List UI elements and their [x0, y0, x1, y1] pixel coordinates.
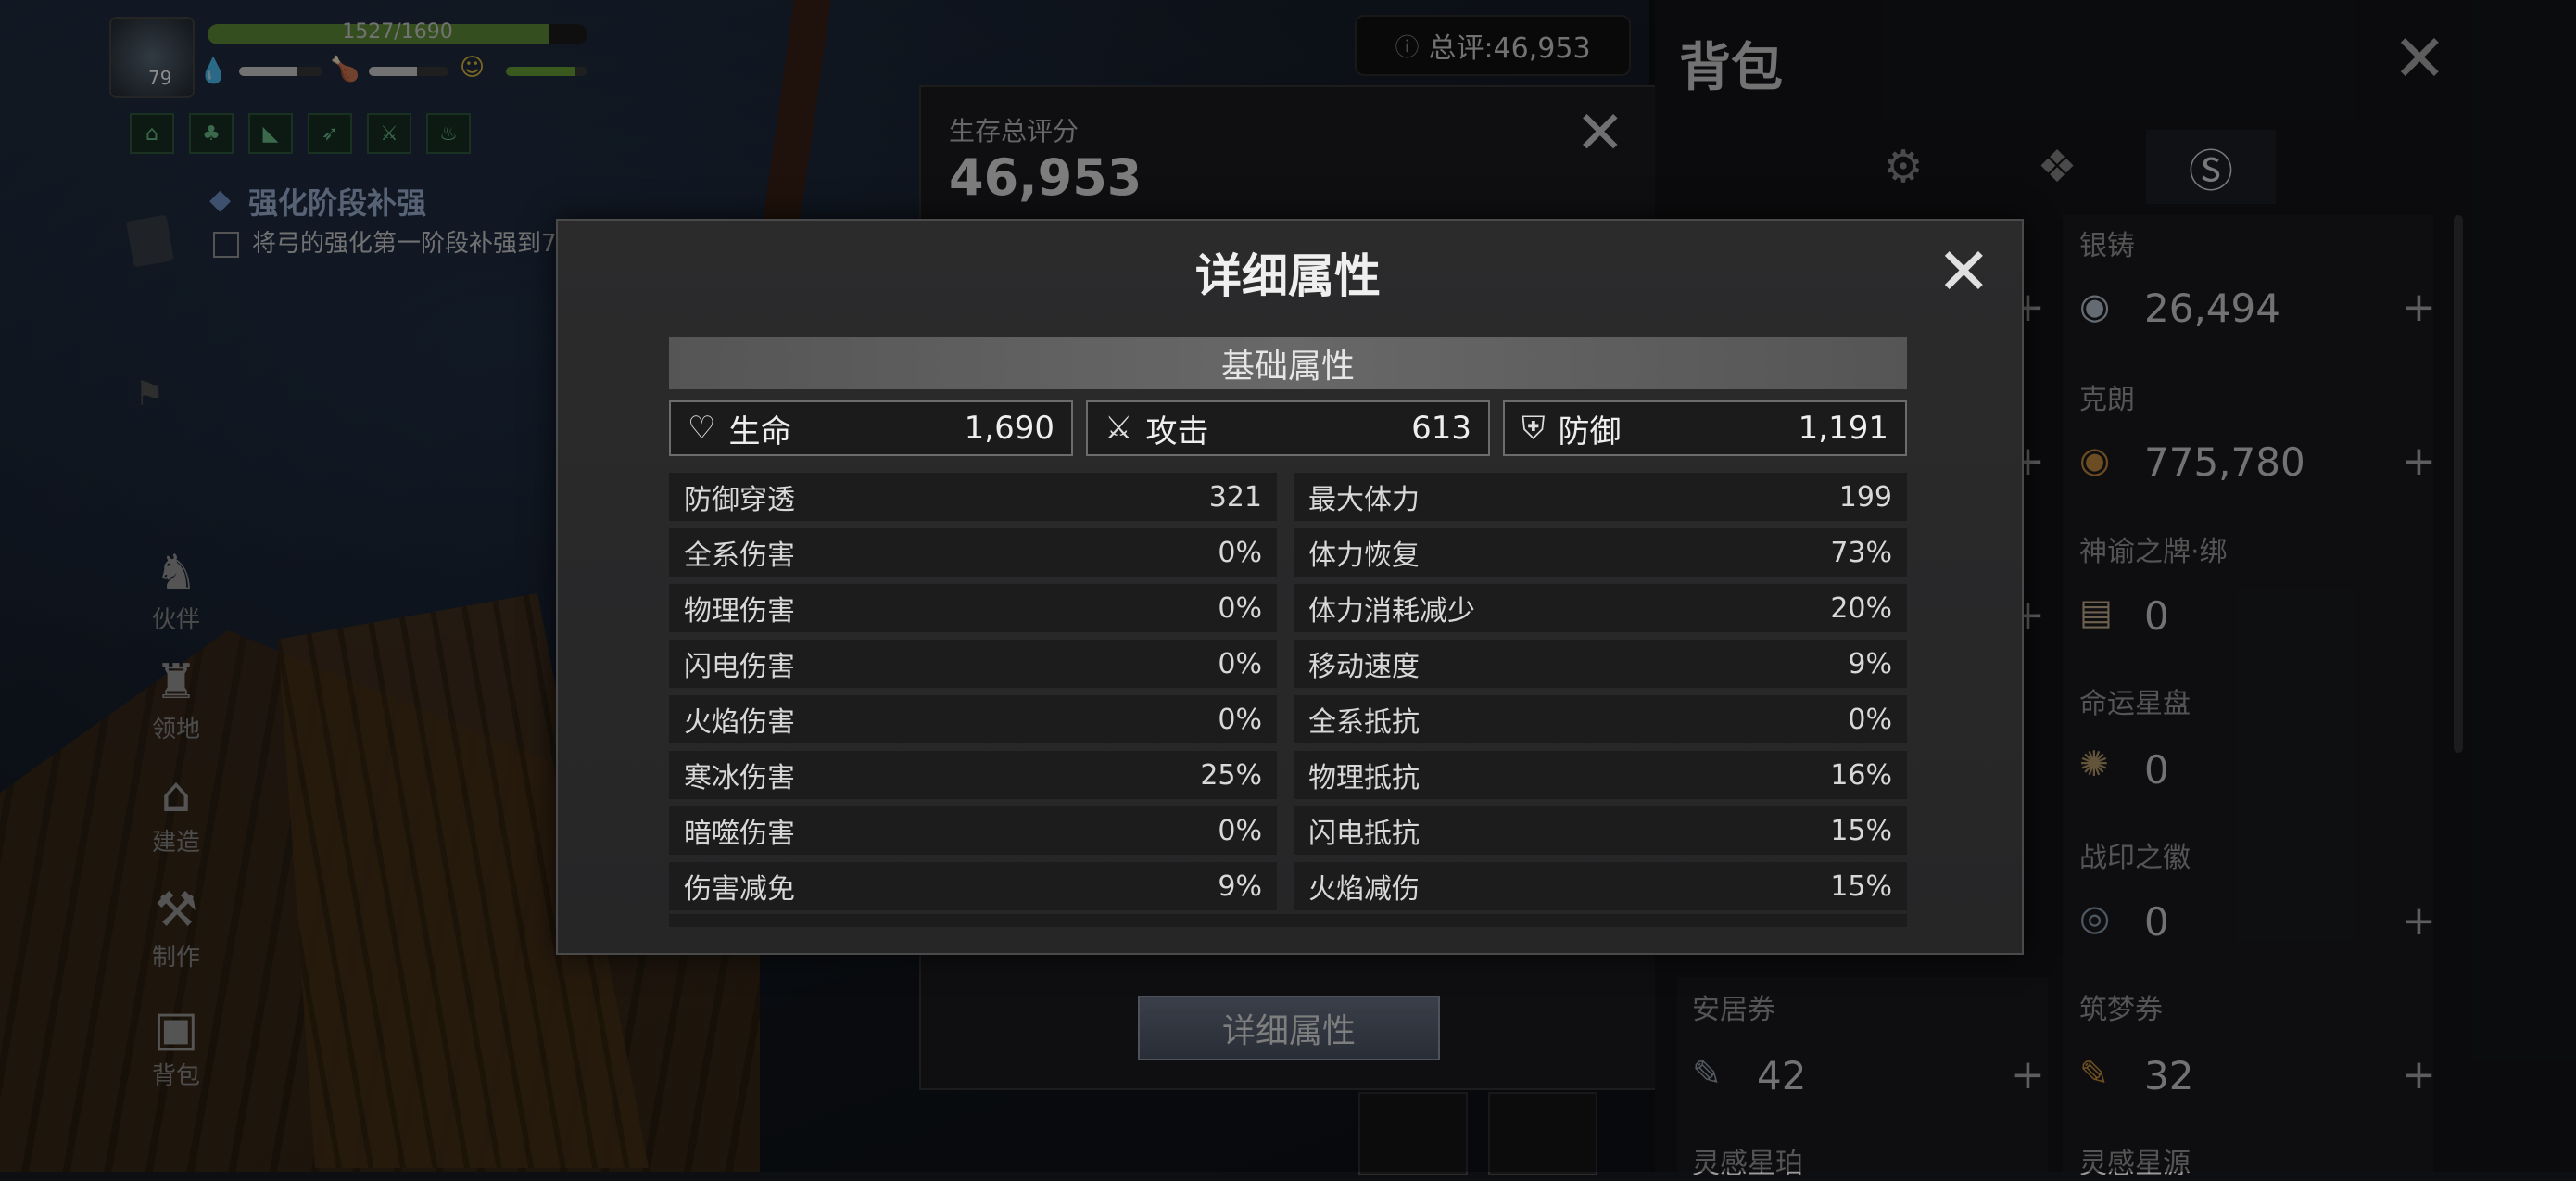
stat-row: 寒冰伤害 25% [669, 751, 1277, 799]
stat-value: 0% [1218, 647, 1262, 680]
stat-value: 25% [1200, 758, 1262, 792]
primary-stat-value: 1,690 [964, 410, 1054, 447]
stat-label: 体力恢复 [1308, 540, 1420, 572]
heart-icon: ♡ [688, 410, 716, 447]
stat-label: 闪电伤害 [684, 651, 795, 683]
stat-value: 15% [1830, 814, 1892, 847]
primary-stat-value: 1,191 [1798, 410, 1888, 447]
stat-row: 最大体力 199 [1294, 473, 1907, 521]
stat-label: 最大体力 [1308, 484, 1420, 516]
stat-label: 全系抵抗 [1308, 706, 1420, 739]
stat-label: 防御穿透 [684, 484, 795, 516]
stat-label: 物理抵抗 [1308, 762, 1420, 794]
stat-label: 火焰伤害 [684, 706, 795, 739]
stat-value: 9% [1848, 647, 1892, 680]
stat-label: 寒冰伤害 [684, 762, 795, 794]
modal-list-scroll-edge[interactable] [669, 914, 1907, 927]
stat-value: 0% [1218, 814, 1262, 847]
primary-stat-label: 攻击 [1145, 413, 1209, 451]
stat-row: 物理伤害 0% [669, 584, 1277, 632]
stat-row: 全系抵抗 0% [1294, 695, 1907, 743]
section-header: 基础属性 [669, 337, 1907, 389]
stat-label: 火焰减伤 [1308, 873, 1420, 906]
stat-row: 暗噬伤害 0% [669, 806, 1277, 855]
stat-row: 移动速度 9% [1294, 640, 1907, 688]
primary-stat-value: 613 [1411, 410, 1471, 447]
stat-row: 防御穿透 321 [669, 473, 1277, 521]
stat-value: 199 [1838, 480, 1892, 514]
modal-title: 详细属性 [1195, 249, 1381, 303]
stat-value: 73% [1830, 536, 1892, 569]
stat-label: 暗噬伤害 [684, 818, 795, 850]
stat-label: 物理伤害 [684, 595, 795, 628]
stat-row: 伤害减免 9% [669, 862, 1277, 910]
stat-value: 15% [1830, 870, 1892, 903]
primary-stat-hp: ♡ 生命 1,690 [669, 400, 1073, 456]
primary-stat-defense: ⛨ 防御 1,191 [1503, 400, 1907, 456]
modal-close-icon[interactable]: ✕ [1937, 239, 1991, 304]
stat-row: 体力恢复 73% [1294, 528, 1907, 577]
stat-label: 闪电抵抗 [1308, 818, 1420, 850]
primary-stat-attack: ⚔ 攻击 613 [1086, 400, 1490, 456]
stat-value: 0% [1218, 703, 1262, 736]
stat-value: 321 [1208, 480, 1262, 514]
primary-stat-label: 生命 [728, 413, 792, 451]
stat-row: 火焰伤害 0% [669, 695, 1277, 743]
stat-value: 0% [1218, 591, 1262, 625]
stat-value: 0% [1848, 703, 1892, 736]
stat-row: 体力消耗减少 20% [1294, 584, 1907, 632]
attack-icon: ⚔ [1105, 410, 1133, 447]
stat-label: 全系伤害 [684, 540, 795, 572]
stat-label: 体力消耗减少 [1308, 595, 1475, 628]
stat-value: 0% [1218, 536, 1262, 569]
stat-value: 9% [1218, 870, 1262, 903]
stat-row: 闪电抵抗 15% [1294, 806, 1907, 855]
stat-label: 移动速度 [1308, 651, 1420, 683]
stat-row: 物理抵抗 16% [1294, 751, 1907, 799]
primary-stat-label: 防御 [1558, 413, 1622, 451]
stat-row: 闪电伤害 0% [669, 640, 1277, 688]
stat-label: 伤害减免 [684, 873, 795, 906]
stat-row: 火焰减伤 15% [1294, 862, 1907, 910]
shield-icon: ⛨ [1522, 410, 1546, 447]
stat-value: 16% [1830, 758, 1892, 792]
stat-value: 20% [1830, 591, 1892, 625]
stat-row: 全系伤害 0% [669, 528, 1277, 577]
